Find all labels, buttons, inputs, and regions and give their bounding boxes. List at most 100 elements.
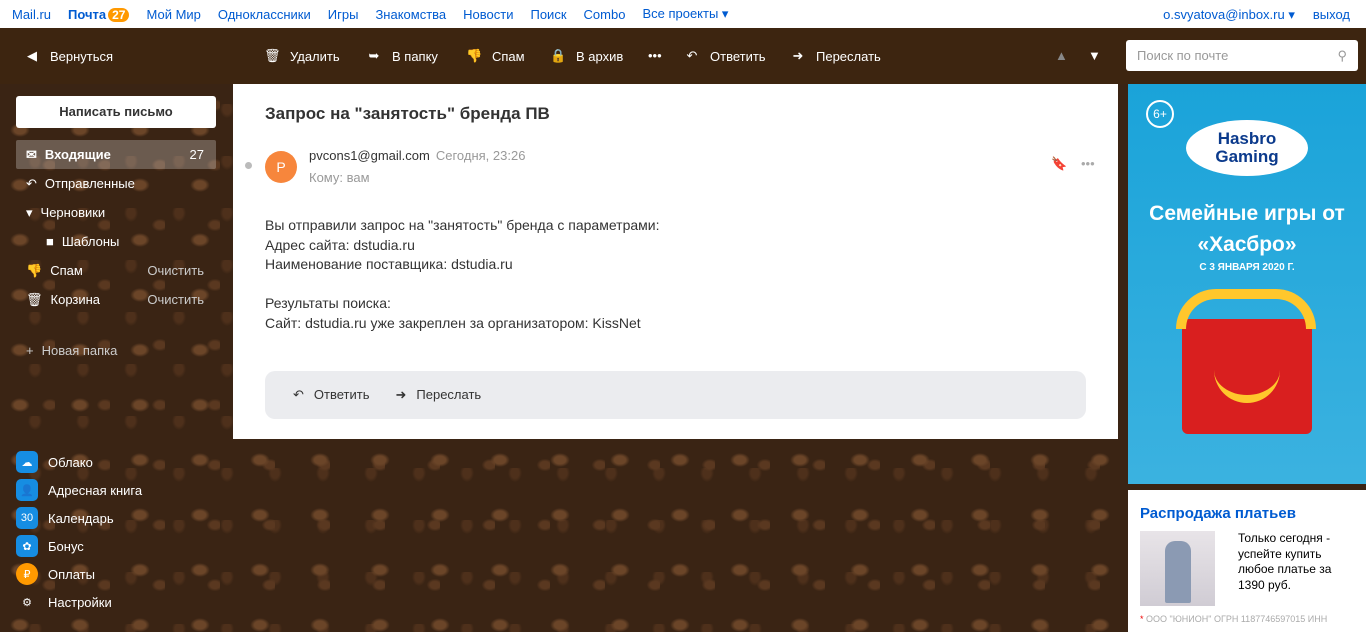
forward-icon: ➜	[792, 48, 804, 63]
gear-icon: ⚙	[22, 596, 32, 609]
sender[interactable]: pvcons1@gmail.com Сегодня, 23:26	[309, 148, 525, 163]
nav-search[interactable]: Поиск	[530, 7, 566, 22]
trash-icon: 🗑	[264, 48, 281, 63]
inbox-icon: ✉	[26, 146, 37, 162]
service-contacts[interactable]: 👤 Адресная книга	[16, 479, 216, 501]
age-rating: 6+	[1146, 100, 1174, 128]
avatar: P	[265, 151, 297, 183]
search-placeholder: Поиск по почте	[1137, 48, 1229, 63]
message-view: Запрос на "занятость" бренда ПВ P pvcons…	[233, 84, 1118, 439]
nav-pochta[interactable]: Почта 27	[68, 6, 130, 22]
service-label: Облако	[48, 454, 93, 470]
folder-drafts[interactable]: ▾ Черновики	[16, 198, 216, 227]
nav-moimir[interactable]: Мой Мир	[146, 7, 200, 22]
reply-icon: ↶	[293, 387, 304, 402]
folder-templates[interactable]: ■ Шаблоны	[16, 227, 216, 256]
trash-icon: 🗑	[26, 291, 43, 307]
nav-mailru[interactable]: Mail.ru	[12, 7, 51, 22]
back-icon: ◀	[27, 48, 37, 63]
spam-label: Спам	[492, 48, 525, 64]
compose-button[interactable]: Написать письмо	[16, 96, 216, 128]
service-label: Бонус	[48, 538, 84, 554]
nav-ok[interactable]: Одноклассники	[218, 7, 311, 22]
folder-icon: ■	[46, 234, 54, 249]
sender-email[interactable]: pvcons1@gmail.com	[309, 148, 430, 163]
delete-label: Удалить	[290, 48, 340, 64]
folder-inbox[interactable]: ✉ Входящие 27	[16, 140, 216, 169]
service-cloud[interactable]: ☁ Облако	[16, 451, 216, 473]
ad-banner-hasbro[interactable]: 6+ Hasbro Gaming Семейные игры от «Хасбр…	[1128, 84, 1366, 484]
unread-dot[interactable]	[245, 162, 252, 169]
service-payments[interactable]: ₽ Оплаты	[16, 563, 216, 585]
logout-link[interactable]: выход	[1313, 7, 1350, 23]
arrow-down-icon: ▼	[1088, 48, 1101, 63]
nav-dating[interactable]: Знакомства	[375, 7, 446, 22]
reply-icon: ↶	[686, 48, 698, 63]
service-calendar[interactable]: 30 Календарь	[16, 507, 216, 529]
move-folder-button[interactable]: ➥ В папку	[366, 48, 438, 64]
folder-label: Спам	[50, 263, 83, 278]
ad-title: Семейные игры от «Хасбро»	[1149, 202, 1345, 256]
delete-button[interactable]: 🗑 Удалить	[264, 48, 340, 64]
folder-sent[interactable]: ↶ Отправленные	[16, 169, 216, 198]
message-date: Сегодня, 23:26	[435, 148, 526, 163]
unread-badge: 27	[108, 7, 130, 22]
spam-icon: 👎	[26, 262, 43, 278]
service-label: Адресная книга	[48, 482, 143, 498]
nav-games[interactable]: Игры	[328, 7, 359, 22]
mcdonalds-arches	[1176, 289, 1316, 329]
quick-reply-bar: ↶ Ответить ➜ Переслать	[265, 371, 1086, 419]
forward-button[interactable]: ➜ Переслать	[790, 48, 881, 64]
search-input[interactable]: Поиск по почте ⚲	[1126, 40, 1358, 71]
happy-meal-box-image	[1182, 319, 1312, 434]
nav-combo[interactable]: Combo	[584, 7, 626, 22]
nav-pochta-label: Почта	[68, 6, 107, 22]
next-message-button[interactable]: ▼	[1088, 48, 1101, 63]
new-folder-button[interactable]: + Новая папка	[16, 336, 216, 365]
ad2-title[interactable]: Распродажа платьев	[1140, 505, 1296, 522]
reply-button[interactable]: ↶ Ответить	[684, 48, 766, 64]
spam-button[interactable]: 👎 Спам	[466, 48, 525, 64]
ad2-text: Только сегодня - успейте купить любое пл…	[1238, 531, 1332, 592]
clear-spam-button[interactable]: Очистить	[147, 263, 204, 278]
ad2-legal-text: ООО "ЮНИОН" ОГРН 1187746597015 ИНН	[1146, 614, 1328, 624]
back-button[interactable]: ◀ Вернуться	[24, 48, 113, 64]
arrow-up-icon: ▲	[1055, 48, 1068, 63]
folder-label: Отправленные	[44, 176, 135, 191]
recipient: Кому: вам	[309, 170, 370, 185]
service-label: Календарь	[48, 510, 114, 526]
body-line: Адрес сайта: dstudia.ru	[265, 236, 415, 253]
new-folder-label: Новая папка	[41, 343, 118, 358]
reply-label: Ответить	[313, 387, 370, 402]
service-settings[interactable]: ⚙ Настройки	[16, 591, 216, 613]
service-label: Оплаты	[48, 566, 95, 582]
drafts-expand-icon: ▾	[26, 204, 33, 220]
more-icon[interactable]: •••	[1081, 156, 1095, 171]
folder-label: Входящие	[44, 147, 111, 162]
move-folder-label: В папку	[392, 48, 438, 64]
nav-all-projects[interactable]: Все проекты ▾	[642, 6, 728, 22]
nav-news[interactable]: Новости	[463, 7, 513, 22]
user-menu[interactable]: o.svyatova@inbox.ru ▾	[1163, 7, 1295, 23]
quick-reply-button[interactable]: ↶ Ответить	[293, 387, 369, 403]
service-bonus[interactable]: ✿ Бонус	[16, 535, 216, 557]
folder-trash[interactable]: 🗑 Корзина Очистить	[16, 285, 216, 314]
folder-move-icon: ➥	[368, 48, 380, 63]
prev-message-button[interactable]: ▲	[1055, 48, 1068, 63]
bonus-icon: ✿	[16, 535, 38, 557]
dress-image	[1140, 531, 1215, 606]
more-button[interactable]: •••	[648, 48, 662, 63]
search-icon[interactable]: ⚲	[1337, 48, 1347, 64]
folder-spam[interactable]: 👎 Спам Очистить	[16, 256, 216, 285]
body-line: Вы отправили запрос на "занятость" бренд…	[265, 217, 660, 233]
more-icon: •••	[648, 48, 662, 63]
clear-trash-button[interactable]: Очистить	[147, 292, 204, 307]
bookmark-icon[interactable]: 🔖	[1051, 156, 1067, 172]
sent-icon: ↶	[26, 175, 37, 191]
quick-forward-button[interactable]: ➜ Переслать	[395, 387, 481, 403]
archive-button[interactable]: 🔒 В архив	[550, 48, 623, 64]
folder-label: Черновики	[40, 205, 106, 220]
service-label: Настройки	[48, 594, 112, 610]
toolbar: ◀ Вернуться 🗑 Удалить ➥ В папку 👎 Спам 🔒 В ар…	[0, 28, 1366, 84]
ad-dresses[interactable]: Распродажа платьев Только сегодня - успе…	[1128, 490, 1366, 632]
